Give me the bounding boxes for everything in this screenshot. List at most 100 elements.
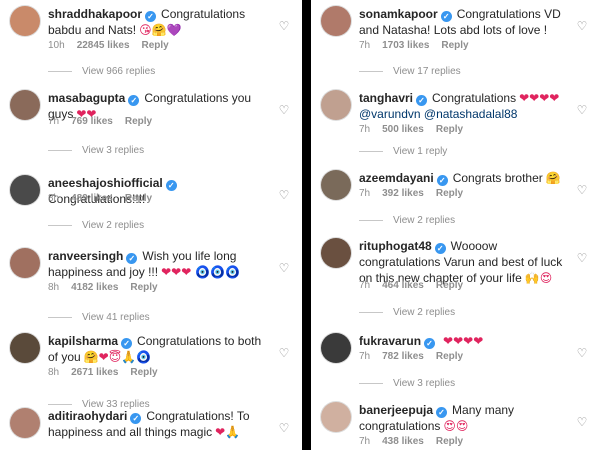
comment-likes[interactable]: 2671 likes [71, 367, 118, 378]
comment-time: 7h [48, 116, 60, 127]
view-replies-divider [359, 150, 383, 152]
comment-text: sonamkapoor ✓ Congratulations VD and Natas… [359, 6, 570, 38]
avatar[interactable] [321, 238, 351, 268]
comment-likes[interactable]: 500 likes [382, 124, 424, 135]
avatar[interactable] [321, 6, 351, 36]
view-replies-button[interactable]: View 2 replies [359, 215, 455, 226]
comment-username[interactable]: banerjeepuja [359, 403, 433, 417]
avatar[interactable] [10, 333, 40, 363]
comment-text: fukravarun ✓ ❤❤❤❤ [359, 333, 570, 349]
comment-username[interactable]: aditiraohydari [48, 409, 127, 423]
comment-likes[interactable]: 782 likes [382, 351, 424, 362]
avatar[interactable] [10, 248, 40, 278]
heart-outline-icon[interactable]: ♡ [576, 184, 588, 196]
view-replies-divider [48, 70, 72, 72]
comment-likes[interactable]: 22845 likes [77, 40, 130, 51]
view-replies-button[interactable]: View 2 replies [359, 307, 455, 318]
heart-outline-icon[interactable]: ♡ [576, 20, 588, 32]
comment-username[interactable]: kapilsharma [48, 334, 118, 348]
reply-button[interactable]: Reply [125, 193, 152, 204]
comment-mentions[interactable]: @varundvn @natashadalal88 [359, 107, 517, 121]
comment-username[interactable]: sonamkapoor [359, 7, 438, 21]
comment-username[interactable]: masabagupta [48, 91, 125, 105]
heart-outline-icon[interactable]: ♡ [576, 347, 588, 359]
reply-button[interactable]: Reply [436, 188, 463, 199]
comment-username[interactable]: aneeshajoshiofficial [48, 176, 163, 190]
comment-body: Congrats brother [452, 171, 543, 185]
verified-badge-icon: ✓ [436, 407, 448, 418]
heart-outline-icon[interactable]: ♡ [278, 262, 290, 274]
view-replies-divider [48, 316, 72, 318]
view-replies-label: View 966 replies [82, 66, 156, 77]
comment-username[interactable]: tanghavri [359, 91, 413, 105]
comment-meta: 7h 392 likes Reply [359, 188, 475, 199]
comment-likes[interactable]: 489 likes [71, 193, 113, 204]
comment-username[interactable]: azeemdayani [359, 171, 434, 185]
reply-button[interactable]: Reply [441, 40, 468, 51]
view-replies-button[interactable]: View 3 replies [48, 145, 144, 156]
reply-button[interactable]: Reply [436, 124, 463, 135]
comment-text: ranveersingh ✓ Wish you life long happines… [48, 248, 272, 280]
heart-outline-icon[interactable]: ♡ [576, 252, 588, 264]
reply-button[interactable]: Reply [142, 40, 169, 51]
view-replies-label: View 1 reply [393, 146, 448, 157]
comment-meta: 8h 489 likes Reply [48, 193, 164, 204]
verified-badge-icon: ✓ [128, 95, 140, 106]
comment-text: aditiraohydari ✓ Congratulations! To happi… [48, 408, 272, 440]
view-replies-button[interactable]: View 1 reply [359, 146, 447, 157]
comments-panel-left: shraddhakapoor ✓ Congratulations babdu and… [0, 0, 302, 450]
view-replies-button[interactable]: View 17 replies [359, 66, 461, 77]
comment-likes[interactable]: 4182 likes [71, 282, 118, 293]
heart-outline-icon[interactable]: ♡ [576, 104, 588, 116]
avatar[interactable] [321, 333, 351, 363]
reply-button[interactable]: Reply [125, 116, 152, 127]
comment-time: 7h [359, 280, 371, 291]
comment-username[interactable]: ranveersingh [48, 249, 123, 263]
comment-meta: 7h 1703 likes Reply [359, 40, 481, 51]
reply-button[interactable]: Reply [436, 280, 463, 291]
view-replies-divider [359, 382, 383, 384]
view-replies-divider [359, 219, 383, 221]
comment-emoji: ❤❤❤ 🧿🧿🧿 [161, 265, 240, 279]
comment-likes[interactable]: 1703 likes [382, 40, 429, 51]
comment-text: shraddhakapoor ✓ Congratulations babdu and… [48, 6, 272, 38]
view-replies-divider [48, 224, 72, 226]
view-replies-button[interactable]: View 2 replies [48, 220, 144, 231]
comment-time: 8h [48, 282, 60, 293]
verified-badge-icon: ✓ [440, 11, 452, 22]
comment-username[interactable]: shraddhakapoor [48, 7, 142, 21]
view-replies-label: View 2 replies [393, 215, 456, 226]
comment-likes[interactable]: 392 likes [382, 188, 424, 199]
reply-button[interactable]: Reply [436, 351, 463, 362]
heart-outline-icon[interactable]: ♡ [576, 416, 588, 428]
avatar[interactable] [321, 402, 351, 432]
comment-username[interactable]: rituphogat48 [359, 239, 432, 253]
comment-text: tanghavri ✓ Congratulations ❤❤❤❤ @varundvn @… [359, 90, 570, 122]
view-replies-label: View 41 replies [82, 312, 150, 323]
comment-time: 7h [359, 436, 371, 447]
avatar[interactable] [10, 175, 40, 205]
reply-button[interactable]: Reply [436, 436, 463, 447]
heart-outline-icon[interactable]: ♡ [278, 104, 290, 116]
heart-outline-icon[interactable]: ♡ [278, 189, 290, 201]
comment-meta: 7h 464 likes Reply [359, 280, 475, 291]
view-replies-button[interactable]: View 41 replies [48, 312, 150, 323]
comment-likes[interactable]: 769 likes [71, 116, 113, 127]
avatar[interactable] [321, 170, 351, 200]
verified-badge-icon: ✓ [436, 175, 448, 186]
comment-username[interactable]: fukravarun [359, 334, 421, 348]
view-replies-button[interactable]: View 3 replies [359, 378, 455, 389]
comment-likes[interactable]: 438 likes [382, 436, 424, 447]
heart-outline-icon[interactable]: ♡ [278, 422, 290, 434]
heart-outline-icon[interactable]: ♡ [278, 347, 290, 359]
avatar[interactable] [10, 6, 40, 36]
reply-button[interactable]: Reply [130, 367, 157, 378]
avatar[interactable] [321, 90, 351, 120]
reply-button[interactable]: Reply [130, 282, 157, 293]
avatar[interactable] [10, 90, 40, 120]
heart-outline-icon[interactable]: ♡ [278, 20, 290, 32]
comment-likes[interactable]: 464 likes [382, 280, 424, 291]
comment-meta: 7h 500 likes Reply [359, 124, 475, 135]
view-replies-button[interactable]: View 966 replies [48, 66, 155, 77]
avatar[interactable] [10, 408, 40, 438]
